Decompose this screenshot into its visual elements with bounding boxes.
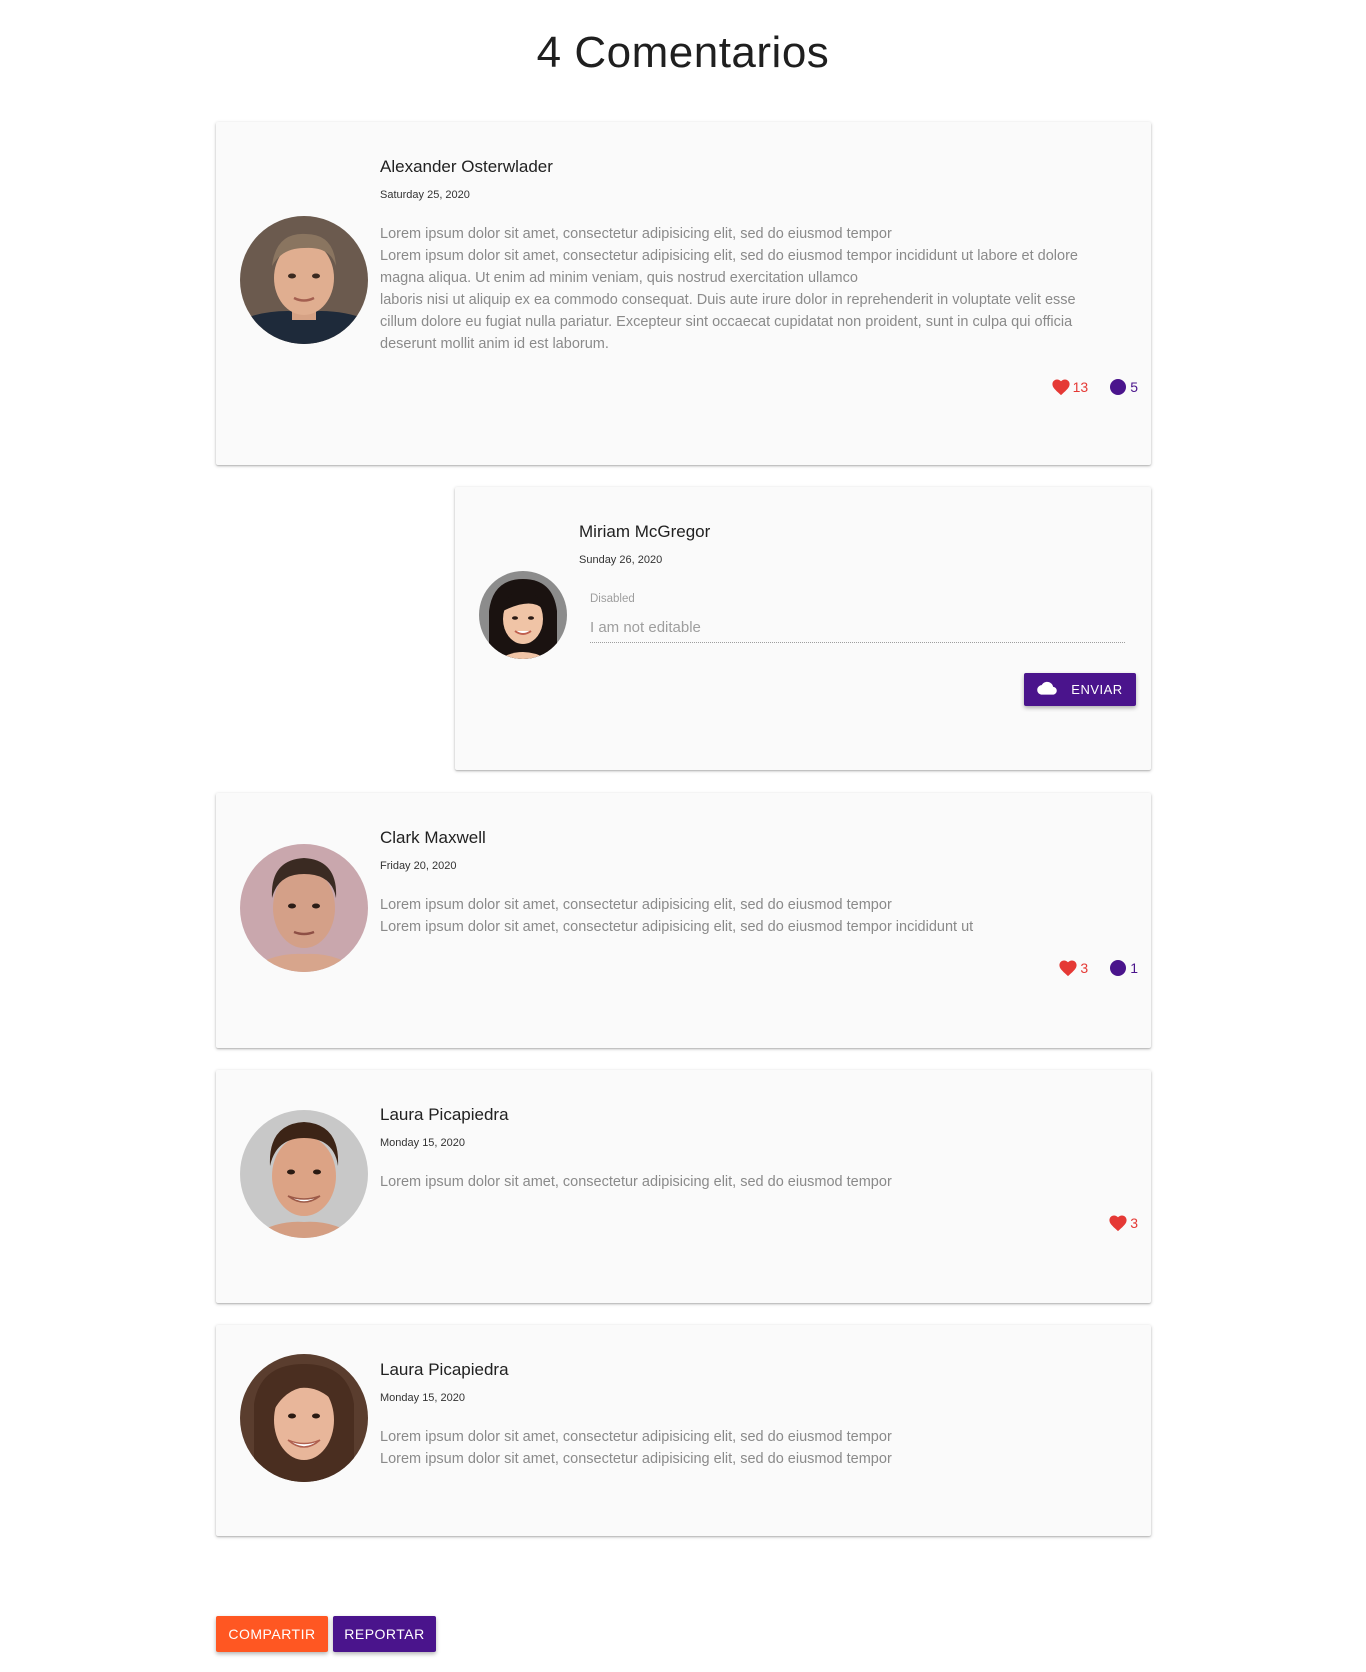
comment-line: deserunt mollit anim id est laborum.: [380, 336, 609, 352]
comment-date: Friday 20, 2020: [380, 860, 457, 872]
comment-line: Lorem ipsum dolor sit amet, consectetur …: [380, 897, 892, 913]
avatar: [240, 216, 368, 344]
like-button[interactable]: 3: [1108, 1214, 1138, 1232]
comment-meta: 3: [1108, 1214, 1138, 1232]
avatar-image: [240, 844, 368, 972]
like-count: 13: [1072, 379, 1089, 395]
comment-line: Lorem ipsum dolor sit amet, consectetur …: [380, 1174, 892, 1190]
report-button[interactable]: REPORTAR: [333, 1616, 436, 1652]
comment-line: magna aliqua. Ut enim ad minim veniam, q…: [380, 270, 858, 286]
like-count: 3: [1080, 960, 1089, 976]
page-title: 4 Comentarios: [536, 28, 830, 77]
avatar: [240, 1354, 368, 1482]
comment-line: Lorem ipsum dolor sit amet, consectetur …: [380, 226, 892, 242]
comment-author: Miriam McGregor: [579, 522, 711, 541]
comment-author: Laura Picapiedra: [380, 1105, 509, 1124]
comment-line: Lorem ipsum dolor sit amet, consectetur …: [380, 919, 974, 935]
comment-body: Lorem ipsum dolor sit amet, consectetur …: [380, 1171, 1130, 1193]
like-count: 3: [1130, 1215, 1138, 1231]
send-button[interactable]: ENVIAR: [1024, 673, 1136, 706]
comment-body: Lorem ipsum dolor sit amet, consectetur …: [380, 1426, 1130, 1470]
comment-author: Clark Maxwell: [380, 828, 486, 847]
comment-card: Laura Picapiedra Monday 15, 2020 Lorem i…: [216, 1070, 1151, 1303]
reply-count: 5: [1130, 379, 1138, 395]
reply-card: Miriam McGregor Sunday 26, 2020 Disabled…: [455, 487, 1151, 770]
reply-button[interactable]: 1: [1110, 960, 1138, 976]
comment-date: Saturday 25, 2020: [380, 189, 470, 201]
comment-body: Lorem ipsum dolor sit amet, consectetur …: [380, 894, 1130, 938]
heart-icon: [1058, 959, 1078, 977]
avatar: [240, 1110, 368, 1238]
comment-field[interactable]: [590, 619, 1125, 643]
reply-button[interactable]: 5: [1110, 379, 1138, 395]
like-button[interactable]: 3: [1058, 959, 1088, 977]
dot-icon: [1110, 379, 1127, 395]
avatar-image: [240, 1110, 368, 1238]
dot-icon: [1110, 960, 1127, 976]
avatar-image: [240, 216, 368, 344]
reply-count: 1: [1130, 960, 1138, 976]
comment-card: Clark Maxwell Friday 20, 2020 Lorem ipsu…: [216, 793, 1151, 1048]
comment-card: Laura Picapiedra Monday 15, 2020 Lorem i…: [216, 1325, 1151, 1536]
comment-line: Lorem ipsum dolor sit amet, consectetur …: [380, 248, 1078, 264]
comment-line: laboris nisi ut aliquip ex ea commodo co…: [380, 292, 1076, 308]
avatar-image: [479, 571, 567, 659]
cloud-icon: [1037, 681, 1058, 698]
comment-body: Lorem ipsum dolor sit amet, consectetur …: [380, 223, 1130, 355]
like-button[interactable]: 13: [1051, 378, 1089, 396]
comment-line: cillum dolore eu fugiat nulla pariatur. …: [380, 314, 1073, 330]
comment-author: Laura Picapiedra: [380, 1360, 509, 1379]
heart-icon: [1051, 378, 1071, 396]
comment-meta: 13 5: [1051, 378, 1138, 396]
send-label: ENVIAR: [1071, 682, 1123, 697]
comment-date: Monday 15, 2020: [380, 1137, 466, 1149]
comment-meta: 3 1: [1058, 959, 1138, 977]
share-button[interactable]: COMPARTIR: [216, 1616, 328, 1652]
comment-author: Alexander Osterwlader: [380, 157, 553, 176]
comment-line: Lorem ipsum dolor sit amet, consectetur …: [380, 1429, 892, 1445]
avatar: [479, 571, 567, 659]
avatar-image: [240, 1354, 368, 1482]
comment-line: Lorem ipsum dolor sit amet, consectetur …: [380, 1451, 892, 1467]
comment-date: Monday 15, 2020: [380, 1392, 466, 1404]
avatar: [240, 844, 368, 972]
comment-card: Alexander Osterwlader Saturday 25, 2020 …: [216, 122, 1151, 465]
comment-date: Sunday 26, 2020: [579, 554, 663, 566]
field-label: Disabled: [590, 593, 635, 605]
heart-icon: [1108, 1214, 1128, 1232]
